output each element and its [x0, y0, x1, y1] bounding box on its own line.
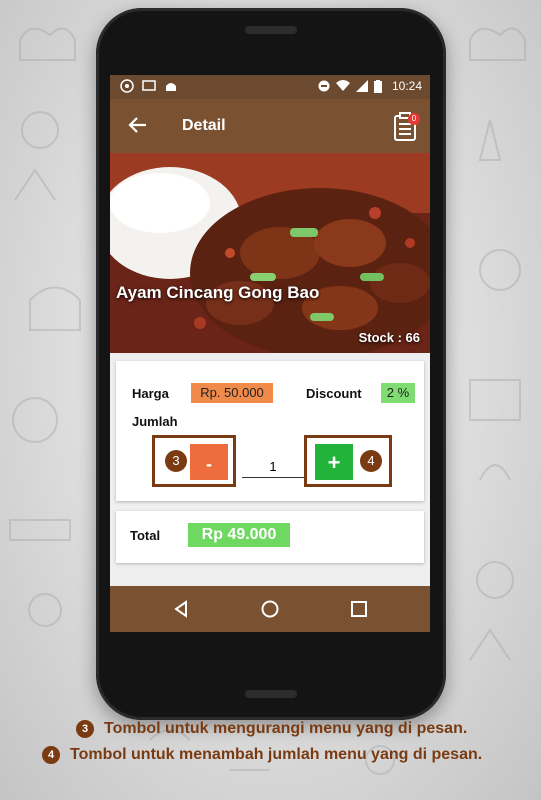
increase-quantity-button[interactable]: +	[315, 444, 353, 480]
app-toolbar: Detail 0	[110, 99, 430, 153]
price-value: Rp. 50.000	[191, 383, 273, 403]
total-value: Rp 49.000	[188, 523, 290, 547]
status-time: 10:24	[391, 79, 422, 93]
legend-text: Tombol untuk mengurangi menu yang di pes…	[104, 720, 468, 738]
food-name: Ayam Cincang Gong Bao	[116, 283, 320, 302]
legend-item-plus: 4 Tombol untuk menambah jumlah menu yang …	[0, 746, 541, 764]
message-icon	[142, 80, 156, 91]
nav-recents-icon[interactable]	[348, 598, 370, 620]
notification-icon	[120, 79, 134, 93]
wifi-icon	[335, 80, 350, 91]
legend-item-minus: 3 Tombol untuk mengurangi menu yang di pe…	[0, 720, 541, 738]
order-card: Harga Rp. 50.000 Discount 2 % Jumlah 3 -…	[116, 361, 424, 501]
total-card: Total Rp 49.000	[116, 511, 424, 563]
discount-value: 2 %	[381, 383, 415, 403]
stock-label: Stock : 66	[358, 330, 420, 345]
callout-number-minus: 3	[165, 450, 187, 472]
callout-number-plus: 4	[360, 450, 382, 472]
signal-icon	[355, 80, 368, 92]
quantity-input[interactable]	[242, 455, 304, 478]
dnd-icon	[318, 80, 330, 92]
system-icons: 10:24	[318, 79, 422, 93]
battery-icon	[373, 79, 382, 93]
food-image	[110, 153, 430, 353]
cart-count-badge: 0	[408, 113, 420, 125]
android-icon	[166, 83, 176, 91]
nav-home-icon[interactable]	[259, 598, 281, 620]
phone-speaker-bottom	[245, 690, 297, 698]
notification-icons	[120, 79, 178, 93]
legend-number: 3	[76, 720, 94, 738]
food-photo	[110, 153, 430, 353]
price-label: Harga	[132, 386, 169, 401]
page-title: Detail	[182, 117, 226, 134]
back-arrow-icon[interactable]	[126, 113, 150, 137]
status-bar: 10:24	[110, 75, 430, 99]
android-navigation-bar	[110, 586, 430, 632]
total-label: Total	[130, 528, 161, 543]
quantity-label: Jumlah	[132, 414, 178, 429]
nav-back-icon[interactable]	[170, 598, 192, 620]
legend-number: 4	[42, 746, 60, 764]
detail-content: Harga Rp. 50.000 Discount 2 % Jumlah 3 -…	[110, 353, 430, 586]
phone-speaker-top	[245, 26, 297, 34]
legend-text: Tombol untuk menambah jumlah menu yang d…	[70, 746, 483, 764]
discount-label: Discount	[306, 386, 362, 401]
decrease-quantity-button[interactable]: -	[190, 444, 228, 480]
app-screen: 10:24 Detail 0 Ayam Cincang Gong Bao Sto…	[110, 75, 430, 632]
